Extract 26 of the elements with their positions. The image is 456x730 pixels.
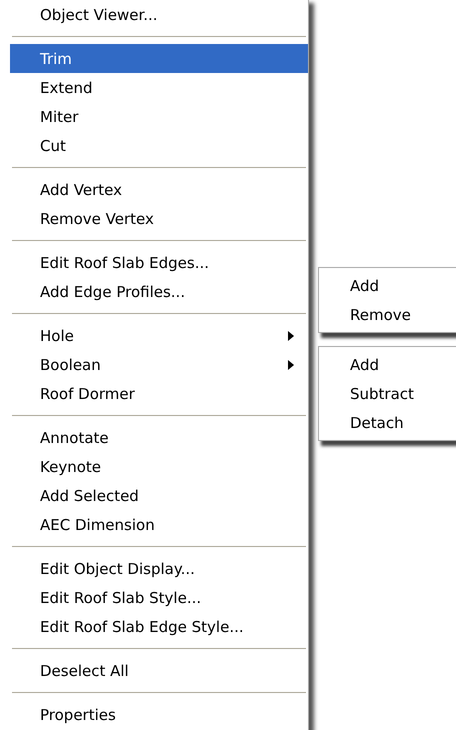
menu-item[interactable]: Edit Roof Slab Edge Style... bbox=[10, 612, 308, 641]
menu-item[interactable]: Cut bbox=[10, 131, 308, 160]
menu-item[interactable]: Properties bbox=[10, 700, 308, 729]
menu-item[interactable]: Annotate bbox=[10, 423, 308, 452]
menu-item[interactable]: Add bbox=[319, 271, 456, 300]
menu-item[interactable]: Miter bbox=[10, 102, 308, 131]
menu-item[interactable]: Object Viewer... bbox=[10, 0, 308, 29]
menu-item[interactable]: Extend bbox=[10, 73, 308, 102]
menu-item[interactable]: Edit Object Display... bbox=[10, 554, 308, 583]
menu-item[interactable]: Edit Roof Slab Style... bbox=[10, 583, 308, 612]
menu-item[interactable]: Keynote bbox=[10, 452, 308, 481]
menu-item[interactable]: Roof Dormer bbox=[10, 379, 308, 408]
menu-item[interactable]: Edit Roof Slab Edges... bbox=[10, 248, 308, 277]
menu-item[interactable]: Deselect All bbox=[10, 656, 308, 685]
menu-item[interactable]: Subtract bbox=[319, 379, 456, 408]
menu-item[interactable]: Add Vertex bbox=[10, 175, 308, 204]
menu-item[interactable]: Remove Vertex bbox=[10, 204, 308, 233]
menu-item[interactable]: Boolean bbox=[10, 350, 308, 379]
menu-item[interactable]: Add Selected bbox=[10, 481, 308, 510]
menu-item[interactable]: AEC Dimension bbox=[10, 510, 308, 539]
menu-item[interactable]: Hole bbox=[10, 321, 308, 350]
menu-item[interactable]: Detach bbox=[319, 408, 456, 437]
menu-item[interactable]: Remove bbox=[319, 300, 456, 329]
menu-item[interactable]: Add Edge Profiles... bbox=[10, 277, 308, 306]
menu-item[interactable]: Trim bbox=[10, 44, 308, 73]
menu-item[interactable]: Add bbox=[319, 350, 456, 379]
